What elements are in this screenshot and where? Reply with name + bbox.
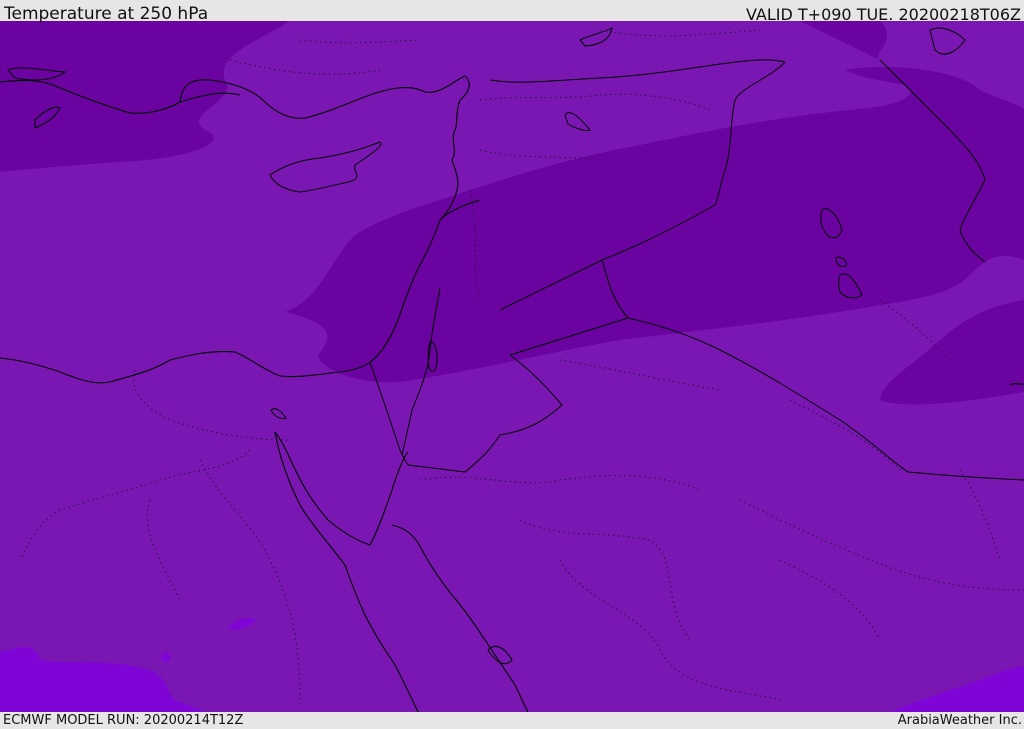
warm-spot-small <box>161 652 171 662</box>
footer-bar: ECMWF MODEL RUN: 20200214T12Z ArabiaWeat… <box>0 712 1024 729</box>
model-run-label: ECMWF MODEL RUN: 20200214T12Z <box>3 713 244 728</box>
map-canvas <box>0 21 1024 712</box>
header-bar: Temperature at 250 hPa VALID T+090 TUE. … <box>0 0 1024 24</box>
map-title: Temperature at 250 hPa <box>4 4 209 24</box>
forecast-map[interactable] <box>0 21 1024 712</box>
valid-time-label: VALID T+090 TUE. 20200218T06Z <box>745 5 1021 24</box>
credit-label: ArabiaWeather Inc. <box>897 713 1022 728</box>
